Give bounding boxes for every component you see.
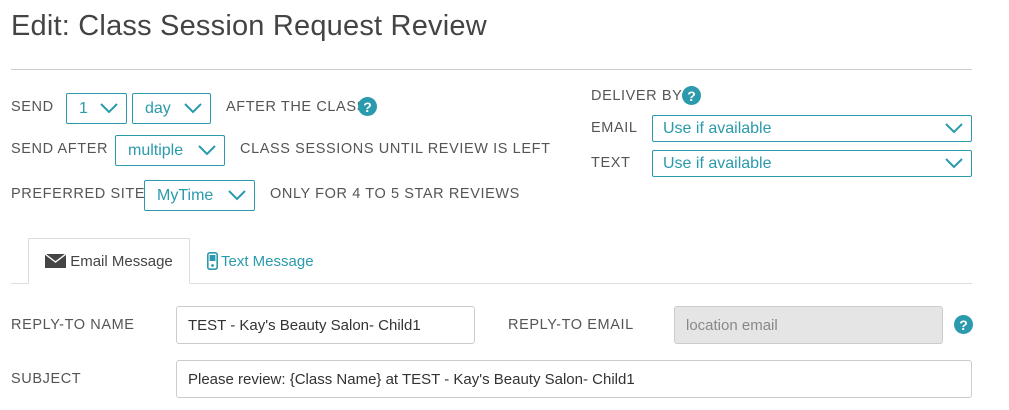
deliver-text-select[interactable]: Use if available [652,150,972,177]
tab-email-label: Email Message [70,252,173,270]
send-after-label: SEND AFTER [11,141,109,157]
preferred-site-select[interactable]: MyTime [144,180,255,211]
page-title: Edit: Class Session Request Review [11,10,487,42]
send-label: SEND [11,99,54,115]
deliver-email-select[interactable]: Use if available [652,115,972,142]
phone-icon [207,252,218,270]
preferred-site-label: PREFERRED SITE [11,186,146,202]
send-count-value: 1 [79,99,88,117]
deliver-by-label: DELIVER BY [591,88,683,104]
chevron-down-icon [198,145,216,156]
send-after-value: multiple [128,141,184,159]
subject-input[interactable]: Please review: {Class Name} at TEST - Ka… [176,360,972,398]
send-unit-select[interactable]: day [132,93,211,124]
tab-text-label: Text Message [221,252,314,270]
title-divider [11,69,972,70]
send-unit-value: day [145,99,171,117]
send-after-suffix: CLASS SESSIONS UNTIL REVIEW IS LEFT [240,141,551,157]
chevron-down-icon [184,103,202,114]
send-suffix: AFTER THE CLASS [226,99,367,115]
chevron-down-icon [945,123,963,134]
chevron-down-icon [945,158,963,169]
subject-label: SUBJECT [11,371,82,387]
chevron-down-icon [100,103,118,114]
send-count-select[interactable]: 1 [66,93,127,124]
preferred-site-value: MyTime [157,186,214,204]
deliver-by-help-icon[interactable]: ? [682,86,701,105]
tab-text-message[interactable]: Text Message [207,238,314,284]
preferred-site-suffix: ONLY FOR 4 TO 5 STAR REVIEWS [270,186,520,202]
reply-to-email-help-icon[interactable]: ? [954,315,973,334]
reply-to-name-label: REPLY-TO NAME [11,317,135,333]
reply-to-email-label: REPLY-TO EMAIL [508,317,634,333]
envelope-icon [45,254,67,268]
reply-to-email-input[interactable]: location email [674,306,943,344]
deliver-email-label: EMAIL [591,120,638,136]
chevron-down-icon [228,190,246,201]
send-help-icon[interactable]: ? [358,97,377,116]
reply-to-name-input[interactable]: TEST - Kay's Beauty Salon- Child1 [176,306,475,344]
send-after-select[interactable]: multiple [115,135,225,166]
deliver-email-value: Use if available [663,119,772,137]
tab-email-message[interactable]: Email Message [28,238,190,284]
deliver-text-value: Use if available [663,154,772,172]
deliver-text-label: TEXT [591,155,631,171]
